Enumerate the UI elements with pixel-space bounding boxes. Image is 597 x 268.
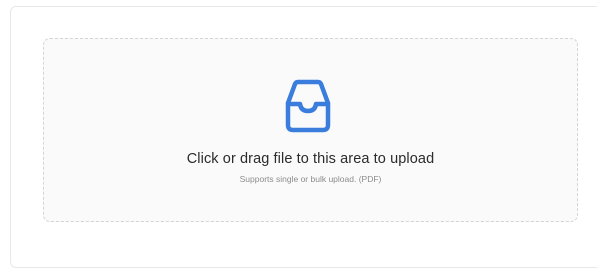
inbox-icon — [278, 77, 338, 135]
file-dropzone[interactable]: Click or drag file to this area to uploa… — [43, 38, 578, 222]
upload-subhint: Supports single or bulk upload. (PDF) — [239, 174, 382, 184]
upload-hint: Click or drag file to this area to uploa… — [186, 151, 435, 167]
